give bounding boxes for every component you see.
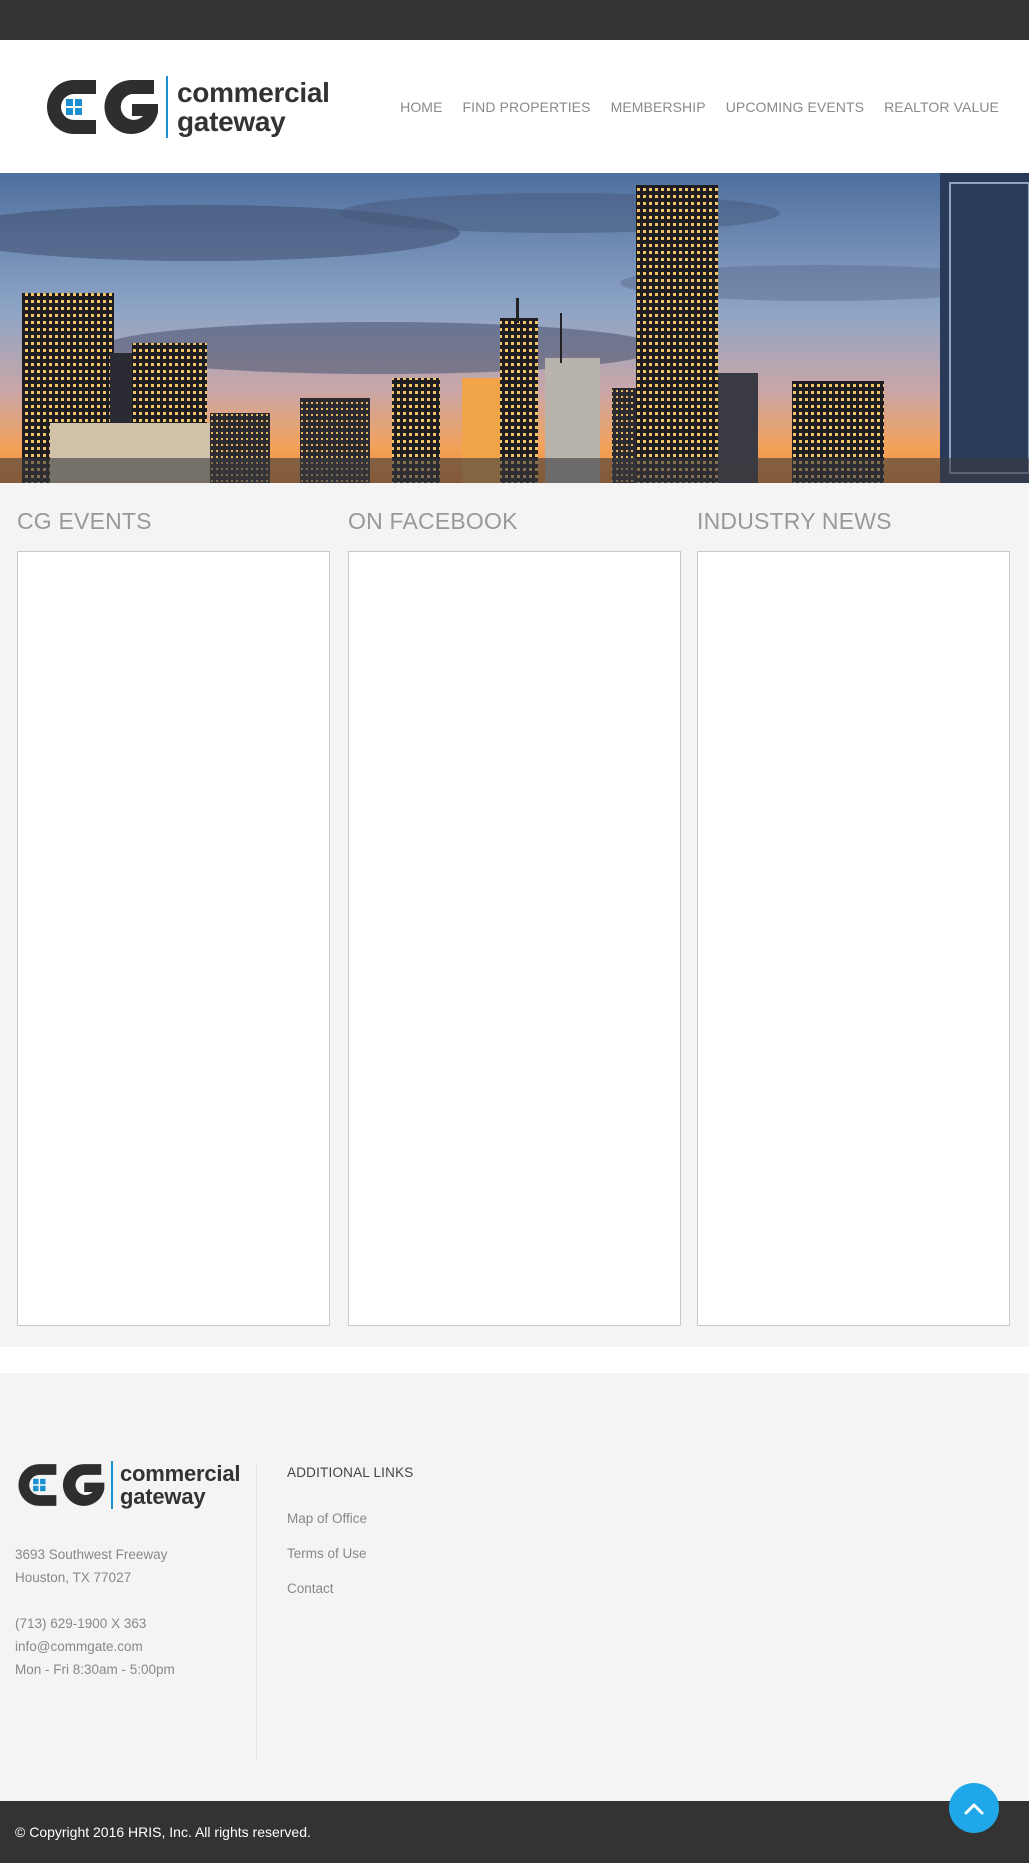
main-nav: HOME FIND PROPERTIES MEMBERSHIP UPCOMING…: [380, 40, 999, 173]
nav-membership[interactable]: MEMBERSHIP: [611, 99, 706, 115]
logo-word-gateway: gateway: [177, 106, 286, 137]
copyright-text: © Copyright 2016 HRIS, Inc. All rights r…: [15, 1824, 311, 1840]
logo-divider: [166, 76, 168, 138]
address-line-2: Houston, TX 77027: [15, 1570, 132, 1585]
phone-number[interactable]: (713) 629-1900 X 363: [15, 1612, 146, 1635]
link-map-of-office[interactable]: Map of Office: [287, 1511, 367, 1526]
nav-upcoming-events[interactable]: UPCOMING EVENTS: [726, 99, 864, 115]
cg-events-title: CG EVENTS: [17, 508, 152, 534]
address-line-1: 3693 Southwest Freeway: [15, 1547, 168, 1562]
footer-logo[interactable]: commercial gateway: [15, 1461, 240, 1509]
additional-links-title: ADDITIONAL LINKS: [287, 1465, 414, 1480]
content-columns: CG EVENTS ON FACEBOOK INDUSTRY NEWS: [0, 483, 1029, 1347]
copyright-bar: © Copyright 2016 HRIS, Inc. All rights r…: [0, 1801, 1029, 1863]
logo-wordmark: commercial gateway: [177, 78, 330, 136]
logo[interactable]: commercial gateway: [44, 76, 330, 138]
back-to-top-button[interactable]: [949, 1783, 999, 1833]
footer-divider: [256, 1465, 257, 1760]
nav-home[interactable]: HOME: [400, 99, 442, 115]
nav-realtor-value[interactable]: REALTOR VALUE: [884, 99, 999, 115]
industry-news-panel: [697, 551, 1010, 1326]
footer-logo-wordmark: commercial gateway: [120, 1462, 240, 1508]
industry-news-title: INDUSTRY NEWS: [697, 508, 892, 534]
logo-word-commercial: commercial: [177, 77, 330, 108]
section-divider: [0, 1347, 1029, 1373]
footer-logo-divider: [111, 1461, 113, 1509]
footer-logo-mark-icon: [15, 1461, 107, 1509]
site-footer: commercial gateway 3693 Southwest Freewa…: [0, 1373, 1029, 1801]
logo-mark-icon: [44, 76, 160, 138]
on-facebook-panel: [348, 551, 681, 1326]
chevron-up-icon: [964, 1803, 984, 1815]
email-address[interactable]: info@commgate.com: [15, 1635, 143, 1658]
footer-logo-word-commercial: commercial: [120, 1461, 241, 1486]
link-terms-of-use[interactable]: Terms of Use: [287, 1546, 367, 1561]
office-hours: Mon - Fri 8:30am - 5:00pm: [15, 1662, 175, 1677]
footer-logo-word-gateway: gateway: [120, 1484, 206, 1509]
link-contact[interactable]: Contact: [287, 1581, 334, 1596]
hero-skyline-image: [0, 173, 1029, 483]
on-facebook-title: ON FACEBOOK: [348, 508, 518, 534]
cg-events-panel: [17, 551, 330, 1326]
top-bar: [0, 0, 1029, 40]
nav-find-properties[interactable]: FIND PROPERTIES: [463, 99, 591, 115]
